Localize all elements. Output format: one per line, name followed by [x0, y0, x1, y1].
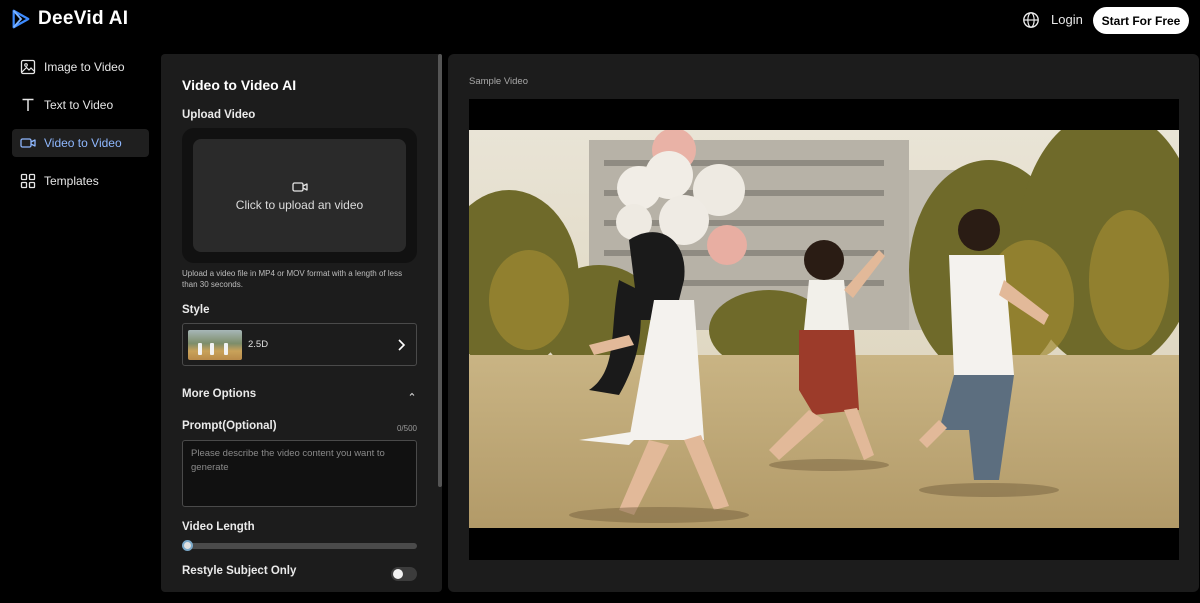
upload-hint: Upload a video file in MP4 or MOV format…	[182, 269, 403, 289]
more-options-label: More Options	[182, 388, 257, 400]
play-logo-icon	[12, 9, 30, 29]
image-icon	[20, 59, 36, 75]
login-link[interactable]: Login	[1051, 12, 1083, 27]
panel-scrollbar[interactable]	[438, 54, 442, 487]
start-for-free-button[interactable]: Start For Free	[1093, 7, 1189, 34]
video-camera-icon	[291, 181, 308, 192]
sidebar-item-text-to-video[interactable]: Text to Video	[12, 91, 149, 119]
text-icon	[22, 98, 34, 111]
sidebar-item-templates[interactable]: Templates	[12, 167, 149, 195]
sidebar-item-label: Image to Video	[44, 60, 125, 74]
video-length-label: Video Length	[182, 521, 255, 533]
upload-video-label: Upload Video	[182, 109, 256, 121]
sample-video-image	[469, 130, 1179, 528]
sample-video-label: Sample Video	[469, 76, 528, 87]
settings-panel: Video to Video AI Upload Video Click to …	[161, 54, 442, 592]
sidebar-item-image-to-video[interactable]: Image to Video	[12, 53, 149, 81]
upload-dropzone: Click to upload an video	[182, 128, 417, 263]
preview-panel: Sample Video	[448, 54, 1199, 592]
logo[interactable]: DeeVid AI	[10, 8, 128, 30]
grid-icon	[20, 173, 36, 189]
style-value: 2.5D	[248, 339, 269, 350]
prompt-label: Prompt(Optional)	[182, 420, 277, 432]
toggle-knob	[393, 569, 403, 579]
sidebar-nav: Image to Video Text to Video Video to Vi…	[12, 53, 149, 205]
chevron-up-icon	[409, 392, 415, 396]
sidebar-item-label: Templates	[44, 174, 99, 188]
video-length-slider-handle[interactable]	[182, 540, 193, 551]
panel-title: Video to Video AI	[182, 77, 297, 93]
globe-icon[interactable]	[1022, 11, 1040, 29]
sample-video-player[interactable]	[469, 99, 1179, 560]
style-thumbnail	[188, 329, 242, 360]
chevron-right-icon	[398, 339, 406, 351]
style-label: Style	[182, 304, 210, 316]
more-options-toggle[interactable]: More Options	[182, 388, 417, 400]
brand-name: DeeVid AI	[38, 8, 129, 29]
sample-video-frame	[469, 130, 1179, 528]
style-selector[interactable]: 2.5D	[182, 323, 417, 366]
sidebar-item-label: Text to Video	[44, 98, 114, 112]
prompt-input[interactable]	[182, 440, 417, 507]
upload-video-button[interactable]: Click to upload an video	[193, 139, 406, 252]
upload-prompt-text: Click to upload an video	[235, 197, 364, 212]
video-camera-icon	[20, 138, 36, 148]
sidebar-item-video-to-video[interactable]: Video to Video	[12, 129, 149, 157]
sidebar-item-label: Video to Video	[44, 136, 122, 150]
prompt-char-counter: 0/500	[396, 424, 417, 433]
restyle-subject-label: Restyle Subject Only	[182, 565, 297, 577]
top-bar: DeeVid AI Login Start For Free	[0, 0, 1200, 42]
video-length-slider[interactable]	[182, 543, 417, 549]
restyle-subject-toggle[interactable]	[391, 567, 417, 581]
